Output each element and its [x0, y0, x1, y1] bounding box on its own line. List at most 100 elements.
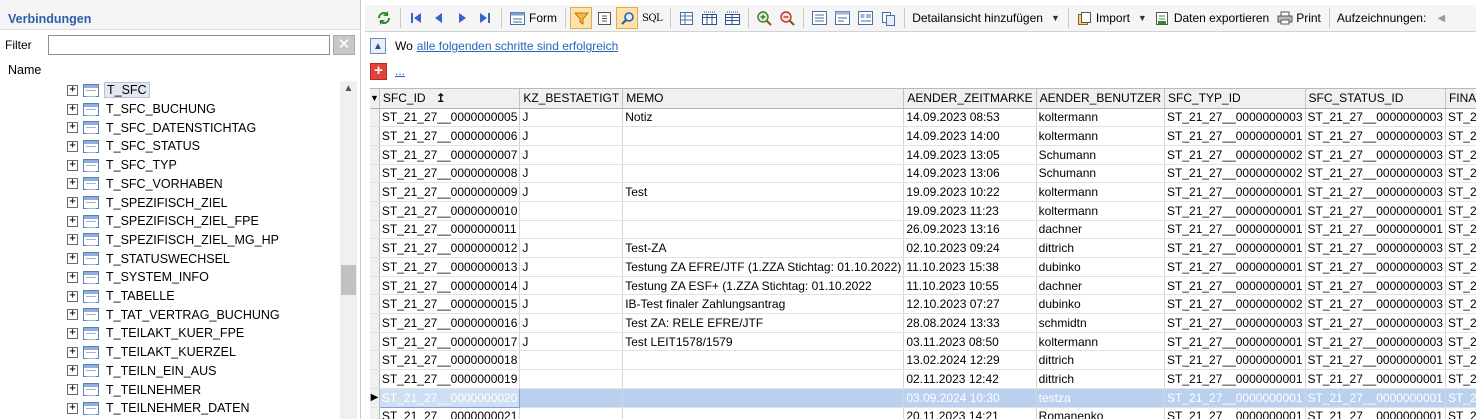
table-cell[interactable]: ST_21_27__0000000032	[1445, 276, 1476, 296]
table-cell[interactable]: Schumann	[1036, 164, 1166, 184]
table-cell[interactable]: ST_21_27__0000000001	[1164, 257, 1306, 277]
card-view-button[interactable]	[854, 7, 876, 29]
filter-toggle-button[interactable]	[570, 7, 592, 29]
table-cell[interactable]: ST_21_27__0000000040	[1445, 388, 1476, 408]
table-cell[interactable]: ST_21_27__0000000003	[1305, 182, 1446, 202]
row-indicator[interactable]	[370, 145, 380, 165]
table-cell[interactable]: ST_21_27__0000000001	[1164, 369, 1306, 389]
table-cell[interactable]: ST_21_27__0000000013	[379, 257, 521, 277]
table-cell[interactable]	[519, 369, 624, 389]
table-cell[interactable]: ST_21_27__0000000002	[1164, 164, 1306, 184]
column-view-button[interactable]	[698, 7, 720, 29]
where-condition-link[interactable]: alle folgenden schritte sind erfolgreich	[417, 39, 618, 53]
table-cell[interactable]: J	[519, 332, 624, 352]
expand-plus-icon[interactable]: +	[67, 346, 78, 358]
table-cell[interactable]: 20.11.2023 14:21	[903, 407, 1037, 419]
row-indicator[interactable]	[370, 407, 380, 419]
tree-item[interactable]: + T_SFC_TYP	[67, 156, 179, 175]
table-cell[interactable]: ST_21_27__0000000016	[379, 313, 521, 333]
table-cell[interactable]: 11.10.2023 15:38	[903, 257, 1037, 277]
table-cell[interactable]: 02.11.2023 12:42	[903, 369, 1037, 389]
tree-item[interactable]: + T_TAT_VERTRAG_BUCHUNG	[67, 305, 282, 324]
table-cell[interactable]: ST_21_27__0000000012	[379, 238, 521, 258]
table-cell[interactable]: ST_21_27__0000000001	[1164, 350, 1306, 371]
table-cell[interactable]: koltermann	[1036, 201, 1166, 221]
filter-input[interactable]	[48, 35, 330, 55]
table-cell[interactable]: koltermann	[1036, 108, 1166, 128]
row-menu-icon[interactable]: ▼	[370, 89, 380, 109]
table-cell[interactable]: schmidtn	[1036, 313, 1166, 333]
table-cell[interactable]: ST_21_27__0000000013	[1445, 201, 1476, 221]
table-cell[interactable]	[622, 388, 905, 408]
expand-plus-icon[interactable]: +	[67, 365, 78, 377]
row-view-button[interactable]	[721, 7, 743, 29]
row-indicator[interactable]	[370, 238, 380, 258]
table-cell[interactable]: ST_21_27__0000000001	[1164, 220, 1306, 240]
table-cell[interactable]: ST_21_27__0000000001	[1305, 201, 1446, 221]
tree-item[interactable]: + T_TEILN_EIN_AUS	[67, 362, 218, 381]
table-row[interactable]: ST_21_27__0000000010 19.09.2023 11:23 kolt…	[370, 201, 1476, 221]
expand-plus-icon[interactable]: +	[67, 140, 78, 152]
table-cell[interactable]: J	[519, 238, 624, 258]
table-cell[interactable]: koltermann	[1036, 126, 1166, 146]
table-cell[interactable]: ST_21_27__0000000002	[1164, 145, 1306, 165]
column-header[interactable]: MEMO	[622, 89, 905, 109]
first-record-button[interactable]	[405, 7, 427, 29]
tree-item[interactable]: + T_TEILAKT_KUERZEL	[67, 343, 238, 362]
tree-item[interactable]: + T_SPEZIFISCH_ZIEL	[67, 193, 230, 212]
table-cell[interactable]: ST_21_27__0000000001	[1164, 126, 1306, 146]
table-cell[interactable]: ST_21_27__0000000001	[1164, 332, 1306, 352]
table-cell[interactable]: Testung ZA EFRE/JTF (1.ZZA Stichtag: 01.…	[622, 257, 905, 277]
table-cell[interactable]: J	[519, 126, 624, 146]
table-cell[interactable]: ST_21_27__0000000003	[1305, 257, 1446, 277]
table-cell[interactable]: Schumann	[1036, 145, 1166, 165]
table-cell[interactable]: ST_21_27__0000000001	[1164, 238, 1306, 258]
expand-plus-icon[interactable]: +	[67, 327, 78, 339]
table-row[interactable]: ST_21_27__0000000011 26.09.2023 13:16 dach…	[370, 220, 1476, 240]
table-cell[interactable]: 19.09.2023 10:22	[903, 182, 1037, 202]
table-row[interactable]: ST_21_27__0000000006 J 14.09.2023 14:00 kol…	[370, 126, 1476, 146]
table-cell[interactable]: ST_21_27__0000000003	[1305, 238, 1446, 258]
table-cell[interactable]: ST_21_27__0000000001	[1305, 220, 1446, 240]
table-cell[interactable]: 11.10.2023 10:55	[903, 276, 1037, 296]
table-cell[interactable]: ST_21_27__0000000013	[1445, 182, 1476, 202]
row-indicator[interactable]	[370, 164, 380, 184]
table-cell[interactable]	[622, 220, 905, 240]
sort-button[interactable]	[593, 7, 615, 29]
table-cell[interactable]: ST_21_27__0000000013	[1445, 145, 1476, 165]
records-previous-button[interactable]: ◀	[1430, 7, 1452, 29]
tree-item[interactable]: + T_SPEZIFISCH_ZIEL_FPE	[67, 212, 261, 231]
table-cell[interactable]: ST_21_27__0000000019	[379, 369, 521, 389]
table-cell[interactable]: ST_21_27__0000000013	[1445, 164, 1476, 184]
add-condition-link[interactable]: ...	[395, 64, 405, 78]
table-cell[interactable]: 19.09.2023 11:23	[903, 201, 1037, 221]
table-cell[interactable]: ST_21_27__0000000003	[1305, 164, 1446, 184]
table-cell[interactable]	[622, 369, 905, 389]
table-cell[interactable]: Testung ZA ESF+ (1.ZZA Stichtag: 01.10.2…	[622, 276, 905, 296]
table-cell[interactable]	[519, 220, 624, 240]
table-cell[interactable]: 14.09.2023 14:00	[903, 126, 1037, 146]
row-indicator[interactable]	[370, 276, 380, 296]
tree-item[interactable]: + T_TABELLE	[67, 287, 177, 306]
expand-plus-icon[interactable]: +	[67, 122, 78, 134]
tree-item[interactable]: + T_SFC	[67, 81, 150, 100]
table-cell[interactable]	[622, 407, 905, 419]
expand-plus-icon[interactable]: +	[67, 234, 78, 246]
clear-filter-icon[interactable]: ✕	[333, 35, 355, 55]
table-cell[interactable]: ST_21_27__0000000005	[379, 108, 521, 128]
table-cell[interactable]: 03.09.2024 10:30	[903, 388, 1037, 408]
expand-plus-icon[interactable]: +	[67, 215, 78, 227]
import-dropdown[interactable]: Import ▼	[1073, 7, 1150, 29]
collapse-icon[interactable]: ▲	[370, 38, 386, 54]
expand-plus-icon[interactable]: +	[67, 159, 78, 171]
copy-button[interactable]	[877, 7, 899, 29]
table-row[interactable]: ST_21_27__0000000013 J Testung ZA EFRE/JTF…	[370, 257, 1476, 277]
table-row[interactable]: ST_21_27__0000000017 J Test LEIT1578/1579 0…	[370, 332, 1476, 352]
table-cell[interactable]: ST_21_27__0000000001	[1164, 201, 1306, 221]
row-indicator[interactable]	[370, 332, 380, 352]
table-cell[interactable]: dubinko	[1036, 257, 1166, 277]
table-cell[interactable]: ST_21_27__0000000029	[1445, 220, 1476, 240]
table-cell[interactable]: ST_21_27__0000000013	[1445, 332, 1476, 352]
table-cell[interactable]: J	[519, 182, 624, 202]
grid-view-button[interactable]	[675, 7, 697, 29]
